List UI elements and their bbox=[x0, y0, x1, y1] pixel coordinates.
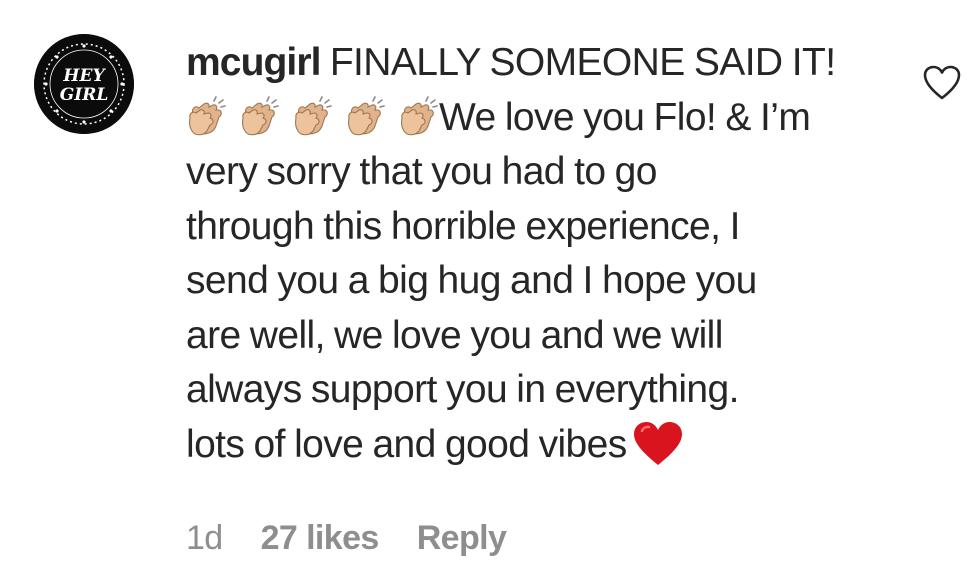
comment-line-3: very sorry that you had to go bbox=[186, 150, 657, 193]
clapping-hands-emoji-icon bbox=[239, 95, 279, 138]
comment-item: HEY GIRL mcugirl FINALLY SOMEONE SAID IT… bbox=[0, 0, 980, 586]
clapping-hands-emoji-icon bbox=[345, 95, 385, 138]
comment-text-closing: lots of love and good vibes bbox=[186, 422, 627, 466]
svg-text:GIRL: GIRL bbox=[60, 85, 109, 105]
comment-line-1: mcugirl FINALLY SOMEONE SAID IT! bbox=[186, 36, 876, 91]
likes-count-link[interactable]: 27 likes bbox=[261, 516, 380, 560]
comment-line-5: send you a big hug and I hope you bbox=[186, 259, 757, 302]
comment-meta: 1d 27 likes Reply bbox=[186, 516, 507, 560]
clap-emoji-row bbox=[186, 95, 439, 139]
clapping-hands-emoji-icon bbox=[292, 95, 332, 138]
comment-text-headline: FINALLY SOMEONE SAID IT! bbox=[329, 41, 836, 84]
comment-text-love: We love you Flo! & I’m bbox=[439, 95, 811, 139]
comment-line-8: lots of love and good vibes bbox=[186, 418, 876, 473]
clapping-hands-emoji-icon bbox=[186, 95, 226, 138]
comment-line-7: always support you in everything. bbox=[186, 368, 739, 411]
like-heart-icon[interactable] bbox=[922, 64, 962, 102]
comment-line-2: We love you Flo! & I’m bbox=[186, 91, 876, 146]
hey-girl-logo: HEY GIRL bbox=[34, 34, 134, 134]
red-heart-emoji-icon bbox=[633, 421, 683, 467]
svg-text:HEY: HEY bbox=[62, 66, 106, 86]
clapping-hands-emoji-icon bbox=[398, 95, 438, 138]
reply-button[interactable]: Reply bbox=[417, 516, 507, 560]
comment-timestamp[interactable]: 1d bbox=[186, 516, 223, 560]
comment-text: mcugirl FINALLY SOMEONE SAID IT! We love… bbox=[186, 36, 876, 472]
username-link[interactable]: mcugirl bbox=[186, 41, 321, 84]
avatar[interactable]: HEY GIRL bbox=[34, 34, 134, 134]
comment-line-6: are well, we love you and we will bbox=[186, 313, 723, 357]
comment-line-4: through this horrible experience, I bbox=[186, 204, 740, 248]
